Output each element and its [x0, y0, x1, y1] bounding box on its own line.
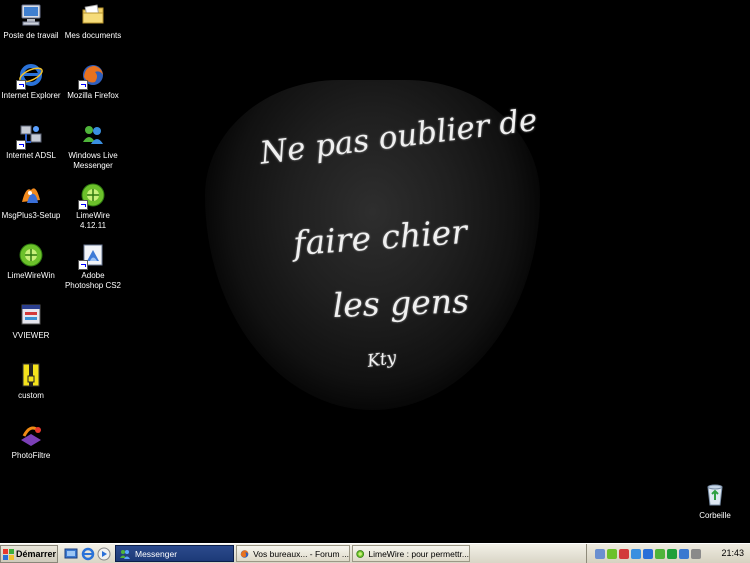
- help-icon[interactable]: [643, 548, 653, 559]
- shortcut-arrow-icon: [16, 80, 26, 90]
- start-button[interactable]: Démarrer: [0, 545, 58, 563]
- messenger-icon: [120, 549, 130, 559]
- msn-status-icon[interactable]: [655, 548, 665, 559]
- desktop-icon-label: LimeWire 4.12.11: [76, 211, 110, 230]
- computer-icon: [18, 2, 44, 28]
- play-icon[interactable]: [667, 548, 677, 559]
- desktop-icon-label: VVIEWER: [12, 331, 50, 340]
- wallpaper-signature: Kty: [366, 347, 398, 372]
- zip-icon: [18, 362, 44, 388]
- desktop-icon-label: LimeWireWin: [7, 271, 55, 280]
- desktop-icon-corbeille[interactable]: Corbeille: [684, 482, 746, 521]
- display-icon[interactable]: [679, 548, 689, 559]
- taskbar: Démarrer Messenger Vos bureaux... - Foru…: [0, 543, 750, 563]
- desktop-icon-label: Internet Explorer: [1, 91, 61, 100]
- installer-icon: [18, 182, 44, 208]
- taskbar-button-limewire[interactable]: LimeWire : pour permettr...: [352, 545, 470, 562]
- desktop-icon-label: Internet ADSL: [6, 151, 56, 160]
- messenger-tray-icon[interactable]: [631, 548, 641, 559]
- desktop-icon-label: Mes documents: [64, 31, 122, 40]
- windows-logo-icon: [3, 548, 14, 560]
- desktop-icon-label: Poste de travail: [3, 31, 59, 40]
- viewer-icon: [18, 302, 44, 328]
- desktop-icon-label: custom: [18, 391, 44, 400]
- internet-explorer-icon[interactable]: [81, 547, 95, 561]
- desktop-icon-adobe-photoshop[interactable]: Adobe Photoshop CS2: [62, 242, 124, 291]
- desktop[interactable]: Ne pas oublier de faire chier les gens K…: [0, 0, 750, 543]
- network-icon: [16, 122, 44, 150]
- shortcut-arrow-icon: [78, 260, 88, 270]
- desktop-icon-custom[interactable]: custom: [0, 362, 62, 401]
- desktop-icon-internet-explorer[interactable]: Internet Explorer: [0, 62, 62, 101]
- desktop-icon-limewirewin[interactable]: LimeWireWin: [0, 242, 62, 281]
- desktop-icon-limewire[interactable]: LimeWire 4.12.11: [62, 182, 124, 231]
- system-tray: 21:43: [586, 544, 750, 563]
- desktop-icon-label: PhotoFiltre: [11, 451, 51, 460]
- desktop-icon-label: MsgPlus3-Setup: [1, 211, 61, 220]
- clock[interactable]: 21:43: [721, 548, 744, 558]
- task-label: Messenger: [135, 548, 178, 559]
- photoshop-icon: [78, 242, 106, 270]
- limewire-icon: [18, 242, 44, 268]
- network-icon[interactable]: [595, 548, 605, 559]
- taskbar-button-forum[interactable]: Vos bureaux... - Forum ...: [236, 545, 350, 562]
- limewire-tray-icon[interactable]: [607, 548, 617, 559]
- desktop-icon-mes-documents[interactable]: Mes documents: [62, 2, 124, 41]
- desktop-icon-label: Windows Live Messenger: [68, 151, 118, 170]
- wallpaper-text-line3: les gens: [332, 281, 470, 325]
- messenger-icon: [80, 122, 106, 148]
- antivirus-icon[interactable]: [619, 548, 629, 559]
- desktop-icon-msgplus3-setup[interactable]: MsgPlus3-Setup: [0, 182, 62, 221]
- start-label: Démarrer: [16, 549, 57, 559]
- desktop-icon-label: Mozilla Firefox: [67, 91, 119, 100]
- media-player-icon[interactable]: [97, 547, 111, 561]
- firefox-icon: [78, 62, 106, 90]
- limewire-icon: [78, 182, 106, 210]
- desktop-icon-windows-live-messenger[interactable]: Windows Live Messenger: [62, 122, 124, 171]
- internet-explorer-icon: [16, 62, 44, 90]
- folder-icon: [80, 2, 106, 28]
- desktop-icon-label: Adobe Photoshop CS2: [64, 271, 122, 290]
- limewire-icon: [356, 549, 365, 558]
- taskbar-button-messenger[interactable]: Messenger: [115, 545, 234, 562]
- show-desktop-icon[interactable]: [64, 547, 78, 561]
- volume-icon[interactable]: [691, 548, 701, 559]
- desktop-icon-poste-de-travail[interactable]: Poste de travail: [0, 2, 62, 41]
- shortcut-arrow-icon: [78, 80, 88, 90]
- desktop-icon-vviewer[interactable]: VVIEWER: [0, 302, 62, 341]
- task-label: LimeWire : pour permettr...: [368, 548, 469, 559]
- shortcut-arrow-icon: [78, 200, 88, 210]
- task-label: Vos bureaux... - Forum ...: [253, 548, 349, 559]
- desktop-icon-mozilla-firefox[interactable]: Mozilla Firefox: [62, 62, 124, 101]
- desktop-icon-internet-adsl[interactable]: Internet ADSL: [0, 122, 62, 161]
- firefox-icon: [240, 549, 249, 558]
- shortcut-arrow-icon: [16, 140, 26, 150]
- desktop-icon-label: Corbeille: [699, 511, 731, 520]
- desktop-icon-photofiltre[interactable]: PhotoFiltre: [0, 422, 62, 461]
- recycle-bin-icon: [702, 482, 728, 508]
- photofiltre-icon: [18, 422, 44, 448]
